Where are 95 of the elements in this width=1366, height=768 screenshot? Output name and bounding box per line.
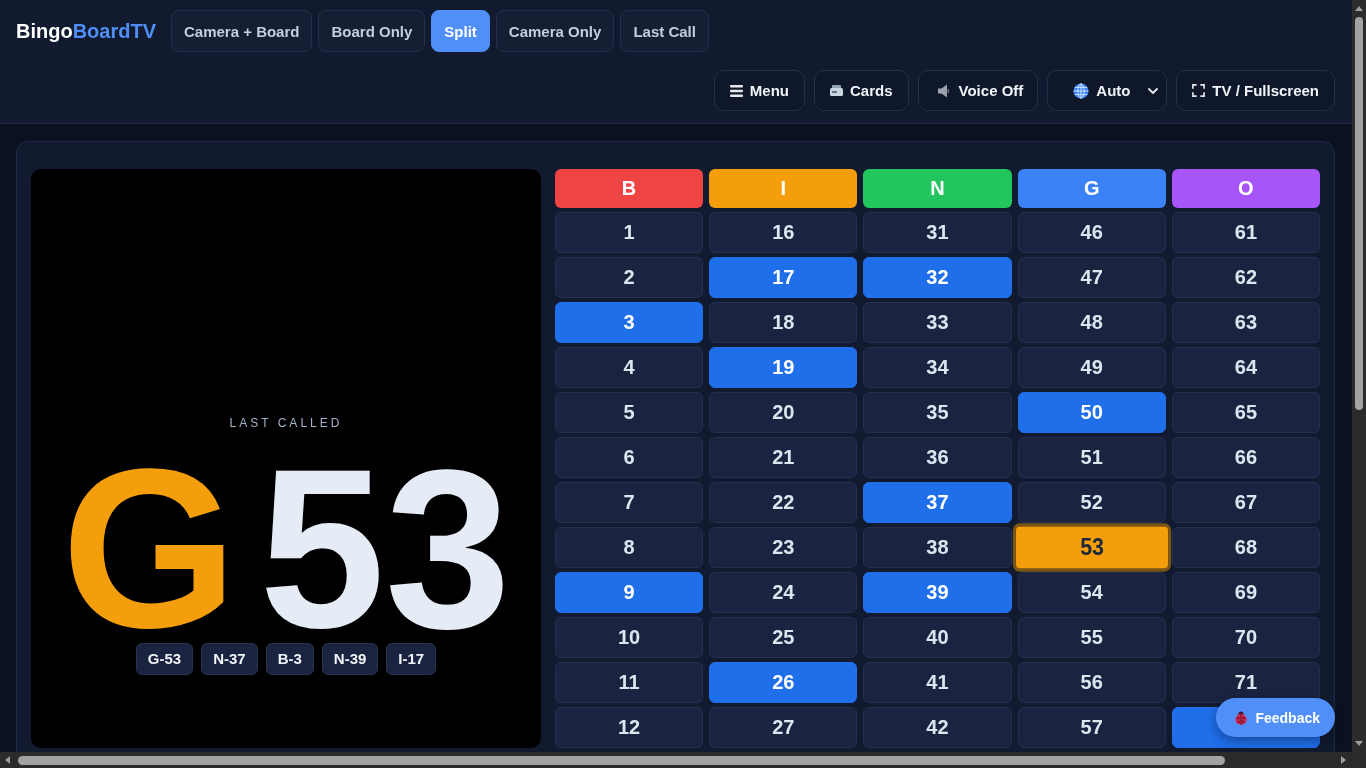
number-cell: 49 xyxy=(1017,347,1166,388)
scrollbar-thumb[interactable] xyxy=(1355,17,1363,410)
number-cell: 55 xyxy=(1017,617,1166,658)
number-cell: 35 xyxy=(863,392,1012,433)
number-cell: 51 xyxy=(1017,437,1166,478)
number-cell: 69 xyxy=(1171,572,1320,613)
recent-call-tag: B-3 xyxy=(265,642,314,675)
number-cell: 54 xyxy=(1017,572,1166,613)
number-cell: 41 xyxy=(863,662,1012,703)
number-cell: 17 xyxy=(709,257,858,298)
cards-button[interactable]: Cards xyxy=(814,70,909,111)
column-header: G xyxy=(1017,169,1166,208)
number-cell: 67 xyxy=(1171,482,1320,523)
dropdown-select[interactable]: Auto xyxy=(1047,70,1168,111)
number-cell: 71 xyxy=(1171,662,1320,703)
number-cell: 46 xyxy=(1017,212,1166,253)
number-cell: 1 xyxy=(555,212,704,253)
view-tab[interactable]: Camera + Board xyxy=(171,10,313,52)
number-cell: 52 xyxy=(1017,482,1166,523)
number-cell: 5 xyxy=(555,392,704,433)
number-cell: 18 xyxy=(709,302,858,343)
number-cell: 65 xyxy=(1171,392,1320,433)
left-arrow-icon[interactable] xyxy=(5,756,10,764)
number-cell: 37 xyxy=(863,482,1012,523)
number-cell: 53 xyxy=(1012,523,1171,572)
number-cell: 21 xyxy=(709,437,858,478)
number-cell: 24 xyxy=(709,572,858,613)
fullscreen-button[interactable]: TV / Fullscreen xyxy=(1176,70,1335,111)
number-cell: 11 xyxy=(555,662,704,703)
number-cell: 22 xyxy=(709,482,858,523)
recent-call-tag: I-17 xyxy=(386,642,437,675)
number-cell: 19 xyxy=(709,347,858,388)
card-box-icon xyxy=(830,85,844,96)
number-cell: 16 xyxy=(709,212,858,253)
chevron-down-icon xyxy=(1148,87,1159,94)
voice-button[interactable]: Voice Off xyxy=(917,70,1039,111)
called-letter: G xyxy=(61,459,238,640)
view-tab[interactable]: Last Call xyxy=(620,10,709,52)
number-cell: 61 xyxy=(1171,212,1320,253)
number-cell: 36 xyxy=(863,437,1012,478)
number-cell: 70 xyxy=(1171,617,1320,658)
recent-call-tag: N-37 xyxy=(201,642,258,675)
menu-icon xyxy=(729,84,743,97)
fullscreen-icon xyxy=(1192,84,1206,97)
speaker-icon xyxy=(937,83,949,98)
view-tab[interactable]: Camera Only xyxy=(495,10,615,52)
number-cell: 9 xyxy=(555,572,704,613)
number-cell: 6 xyxy=(555,437,704,478)
number-cell: 57 xyxy=(1017,707,1166,748)
number-cell: 56 xyxy=(1017,662,1166,703)
number-cell: 42 xyxy=(863,707,1012,748)
number-cell: 48 xyxy=(1017,302,1166,343)
column-header: N xyxy=(863,169,1012,208)
view-tab[interactable]: Board Only xyxy=(318,10,426,52)
recent-call-tag: N-39 xyxy=(321,642,379,675)
column-header: O xyxy=(1171,169,1320,208)
number-cell: 7 xyxy=(555,482,704,523)
number-cell: 8 xyxy=(555,527,704,568)
number-cell: 68 xyxy=(1171,527,1320,568)
number-cell: 3 xyxy=(555,302,704,343)
number-cell: 4 xyxy=(555,347,704,388)
number-cell: 23 xyxy=(709,527,858,568)
globe-icon xyxy=(1073,82,1090,99)
number-cell: 64 xyxy=(1171,347,1320,388)
down-arrow-icon[interactable] xyxy=(1355,741,1363,746)
number-cell: 47 xyxy=(1017,257,1166,298)
ladybug-icon xyxy=(1234,710,1249,725)
number-cell: 2 xyxy=(555,257,704,298)
up-arrow-icon[interactable] xyxy=(1355,6,1363,11)
number-cell: 31 xyxy=(863,212,1012,253)
number-cell: 34 xyxy=(863,347,1012,388)
number-cell: 50 xyxy=(1017,392,1166,433)
menu-button[interactable]: Menu xyxy=(713,70,806,111)
scrollbar-thumb[interactable] xyxy=(18,755,1225,765)
recent-call-tag: G-53 xyxy=(135,642,194,675)
number-cell: 38 xyxy=(863,527,1012,568)
number-cell: 63 xyxy=(1171,302,1320,343)
last-called-label: LAST CALLED xyxy=(229,416,343,430)
number-cell: 25 xyxy=(709,617,858,658)
column-header: I xyxy=(709,169,858,208)
number-cell: 27 xyxy=(709,707,858,748)
number-cell: 10 xyxy=(555,617,704,658)
number-cell: 33 xyxy=(863,302,1012,343)
number-cell: 39 xyxy=(863,572,1012,613)
number-cell: 12 xyxy=(555,707,704,748)
number-cell: 20 xyxy=(709,392,858,433)
number-cell: 26 xyxy=(709,662,858,703)
number-cell: 62 xyxy=(1171,257,1320,298)
app-logo: BingoBoardTV xyxy=(16,19,156,43)
called-number: 53 xyxy=(259,459,511,640)
right-arrow-icon[interactable] xyxy=(1341,756,1346,764)
number-cell: 40 xyxy=(863,617,1012,658)
number-cell: 32 xyxy=(863,257,1012,298)
number-cell: 66 xyxy=(1171,437,1320,478)
column-header: B xyxy=(555,169,704,208)
